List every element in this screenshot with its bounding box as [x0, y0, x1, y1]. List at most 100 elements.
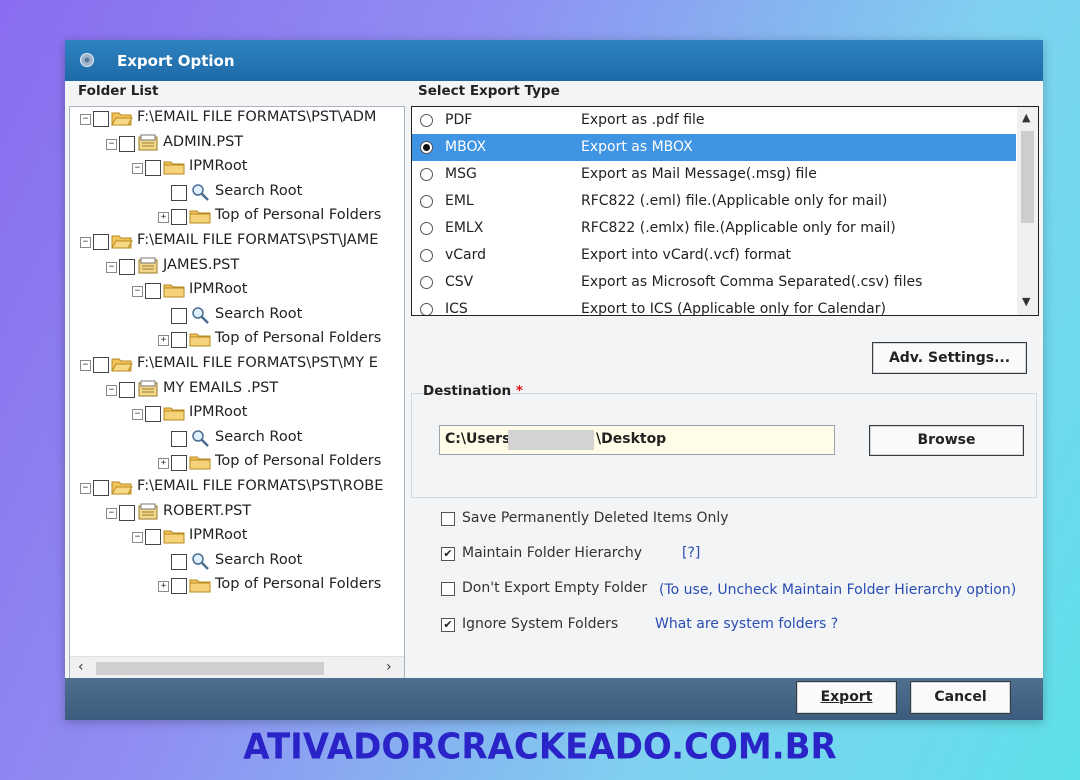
tree-item-checkbox[interactable] — [93, 357, 109, 373]
tree-item-label: F:\EMAIL FILE FORMATS\PST\JAME — [137, 232, 379, 248]
radio-button[interactable] — [420, 168, 433, 181]
scroll-down-icon[interactable]: ▼ — [1022, 295, 1030, 308]
collapse-icon[interactable]: − — [80, 360, 91, 371]
maintain-hierarchy-checkbox[interactable]: ✔ — [441, 547, 455, 561]
hierarchy-help-link[interactable]: [?] — [682, 545, 700, 561]
expand-icon[interactable]: + — [158, 212, 169, 224]
tree-item[interactable]: − F:\EMAIL FILE FORMATS\PST\JAME — [70, 232, 404, 254]
tree-item-checkbox[interactable] — [171, 430, 187, 447]
collapse-icon[interactable]: − — [106, 261, 117, 273]
system-folders-help-link[interactable]: What are system folders ? — [655, 616, 838, 632]
browse-button[interactable]: Browse — [869, 425, 1024, 456]
tree-item-checkbox[interactable] — [93, 480, 109, 496]
tree-item[interactable]: Search Root — [70, 429, 404, 451]
collapse-icon[interactable]: − — [106, 138, 117, 150]
tree-item[interactable]: + Top of Personal Folders — [70, 330, 404, 352]
export-type-row-eml[interactable]: EML RFC822 (.eml) file.(Applicable only f… — [412, 188, 1016, 215]
tree-item[interactable]: + Top of Personal Folders — [70, 207, 404, 229]
tree-item-checkbox[interactable] — [119, 504, 135, 521]
collapse-icon[interactable]: − — [132, 286, 143, 298]
export-type-row-emlx[interactable]: EMLX RFC822 (.emlx) file.(Applicable only… — [412, 215, 1016, 242]
scroll-left-icon[interactable]: ‹ — [78, 659, 84, 675]
tree-item-checkbox[interactable] — [145, 283, 161, 300]
export-type-row-csv[interactable]: CSV Export as Microsoft Comma Separated(.… — [412, 269, 1016, 296]
tree-item-checkbox[interactable] — [171, 332, 187, 349]
ignore-system-checkbox[interactable]: ✔ — [441, 618, 455, 632]
tree-item[interactable]: − F:\EMAIL FILE FORMATS\PST\MY E — [70, 355, 404, 377]
tree-item[interactable]: − IPMRoot — [70, 404, 404, 426]
tree-item-checkbox[interactable] — [119, 135, 135, 152]
radio-button[interactable] — [420, 276, 433, 289]
tree-item[interactable]: − MY EMAILS .PST — [70, 380, 404, 402]
collapse-icon[interactable]: − — [106, 384, 117, 396]
tree-item[interactable]: − IPMRoot — [70, 281, 404, 303]
tree-item[interactable]: Search Root — [70, 552, 404, 574]
tree-item-checkbox[interactable] — [171, 307, 187, 324]
tree-item-checkbox[interactable] — [171, 184, 187, 201]
export-type-list[interactable]: ICS Export to ICS (Applicable only for Ca… — [411, 106, 1039, 316]
tree-item[interactable]: − F:\EMAIL FILE FORMATS\PST\ROBE — [70, 478, 404, 500]
scroll-up-icon[interactable]: ▲ — [1022, 111, 1030, 124]
export-type-row-ics[interactable]: ICS Export to ICS (Applicable only for Ca… — [412, 296, 1016, 316]
expand-icon[interactable]: + — [158, 581, 169, 593]
tree-item-checkbox[interactable] — [93, 111, 109, 127]
export-type-row-vcard[interactable]: vCard Export into vCard(.vcf) format — [412, 242, 1016, 269]
adv-settings-button[interactable]: Adv. Settings... — [872, 342, 1027, 374]
tree-item-checkbox[interactable] — [145, 160, 161, 177]
open-folder-icon — [111, 109, 133, 127]
collapse-icon[interactable]: − — [80, 483, 91, 494]
tree-item-checkbox[interactable] — [93, 234, 109, 250]
export-type-row-pdf[interactable]: PDF Export as .pdf file — [412, 107, 1016, 134]
tree-item-checkbox[interactable] — [171, 209, 187, 226]
collapse-icon[interactable]: − — [80, 237, 91, 248]
collapse-icon[interactable]: − — [132, 532, 143, 544]
tree-item-checkbox[interactable] — [119, 381, 135, 398]
scrollbar-thumb[interactable] — [1021, 131, 1034, 223]
collapse-icon[interactable]: − — [132, 409, 143, 421]
dont-export-empty-checkbox[interactable] — [441, 582, 455, 596]
cancel-button[interactable]: Cancel — [910, 681, 1011, 714]
tree-item[interactable]: − ROBERT.PST — [70, 503, 404, 525]
expand-icon[interactable]: + — [158, 458, 169, 470]
collapse-icon[interactable]: − — [132, 163, 143, 175]
horizontal-scrollbar[interactable]: ‹ › — [70, 656, 404, 679]
collapse-icon[interactable]: − — [106, 507, 117, 519]
radio-button[interactable] — [420, 141, 433, 154]
scrollbar-thumb[interactable] — [96, 662, 324, 675]
tree-item-checkbox[interactable] — [171, 455, 187, 472]
tree-item[interactable]: − ADMIN.PST — [70, 134, 404, 156]
radio-button[interactable] — [420, 114, 433, 127]
app-icon — [80, 53, 94, 67]
export-button[interactable]: Export — [796, 681, 897, 714]
expand-icon[interactable]: + — [158, 335, 169, 347]
tree-item[interactable]: + Top of Personal Folders — [70, 453, 404, 475]
tree-item[interactable]: − IPMRoot — [70, 527, 404, 549]
vertical-scrollbar[interactable]: ▲ ▼ — [1017, 107, 1038, 315]
open-folder-icon — [111, 232, 133, 250]
tree-item-checkbox[interactable] — [145, 529, 161, 546]
export-type-name: MBOX — [445, 139, 487, 155]
scroll-right-icon[interactable]: › — [386, 659, 392, 675]
destination-path-input[interactable]: C:\Users\ \Desktop — [439, 425, 835, 455]
radio-button[interactable] — [420, 195, 433, 208]
tree-item[interactable]: Search Root — [70, 306, 404, 328]
save-deleted-checkbox[interactable] — [441, 512, 455, 526]
folder-tree[interactable]: ‹ › − F:\EMAIL FILE FORMATS\PST\ADM − ADMIN… — [69, 106, 405, 680]
radio-button[interactable] — [420, 303, 433, 315]
tree-item[interactable]: + Top of Personal Folders — [70, 576, 404, 598]
tree-item-checkbox[interactable] — [119, 258, 135, 275]
tree-item-checkbox[interactable] — [171, 578, 187, 595]
radio-button[interactable] — [420, 249, 433, 262]
radio-button[interactable] — [420, 222, 433, 235]
export-type-row-mbox[interactable]: MBOX Export as MBOX — [412, 134, 1016, 161]
collapse-icon[interactable]: − — [80, 114, 91, 125]
pst-file-icon — [137, 503, 159, 521]
tree-item[interactable]: Search Root — [70, 183, 404, 205]
tree-item-checkbox[interactable] — [145, 406, 161, 423]
tree-item[interactable]: − F:\EMAIL FILE FORMATS\PST\ADM — [70, 109, 404, 131]
tree-item[interactable]: − JAMES.PST — [70, 257, 404, 279]
tree-item-checkbox[interactable] — [171, 553, 187, 570]
export-type-row-msg[interactable]: MSG Export as Mail Message(.msg) file — [412, 161, 1016, 188]
export-type-description: Export to ICS (Applicable only for Calen… — [581, 301, 886, 316]
tree-item[interactable]: − IPMRoot — [70, 158, 404, 180]
